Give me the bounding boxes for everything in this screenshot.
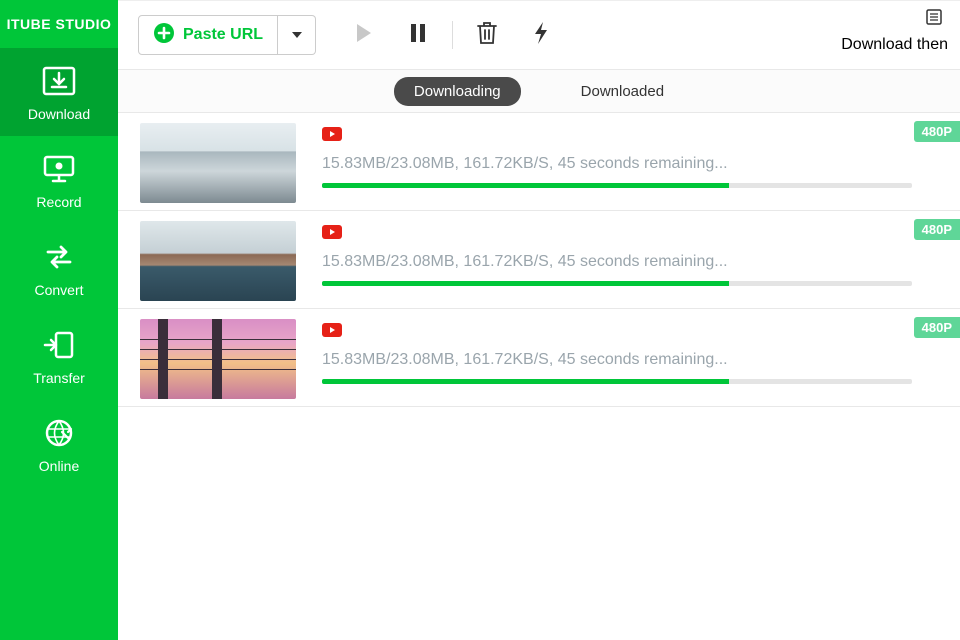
sidebar-item-label: Convert [34,282,83,298]
paste-url-label: Paste URL [183,26,263,44]
lightning-icon [533,21,549,50]
youtube-icon [322,127,342,141]
sidebar-item-label: Record [36,194,81,210]
delete-button[interactable] [467,15,507,55]
trash-icon [476,21,498,50]
download-then-label: Download then [841,36,948,54]
quality-badge: 480P [914,219,960,240]
pause-icon [410,23,426,48]
thumbnail [140,221,296,301]
thumbnail [140,123,296,203]
menu-icon[interactable] [926,9,942,30]
sidebar-item-record[interactable]: Record [0,136,118,224]
online-icon [41,418,77,448]
download-status: 15.83MB/23.08MB, 161.72KB/S, 45 seconds … [322,253,960,271]
chevron-down-icon [291,28,303,43]
download-status: 15.83MB/23.08MB, 161.72KB/S, 45 seconds … [322,155,960,173]
convert-icon [41,242,77,272]
tab-downloading[interactable]: Downloading [394,77,521,106]
sidebar-item-label: Download [28,106,90,122]
sidebar-item-online[interactable]: Online [0,400,118,488]
main-area: Paste URL Download then [118,0,960,640]
download-list: 15.83MB/23.08MB, 161.72KB/S, 45 seconds … [118,113,960,640]
progress-bar [322,379,912,384]
paste-url-button[interactable]: Paste URL [138,15,278,55]
sidebar-item-convert[interactable]: Convert [0,224,118,312]
progress-bar [322,281,912,286]
download-row: 15.83MB/23.08MB, 161.72KB/S, 45 seconds … [118,211,960,309]
download-row: 15.83MB/23.08MB, 161.72KB/S, 45 seconds … [118,309,960,407]
record-icon [41,154,77,184]
play-button[interactable] [344,15,384,55]
plus-icon [153,22,175,49]
paste-url-dropdown[interactable] [278,15,316,55]
thumbnail [140,319,296,399]
toolbar: Paste URL Download then [118,1,960,69]
sidebar-item-label: Online [39,458,79,474]
sidebar-item-label: Transfer [33,370,85,386]
turbo-button[interactable] [521,15,561,55]
toolbar-divider [452,21,453,49]
transfer-icon [41,330,77,360]
pause-button[interactable] [398,15,438,55]
sidebar: ITUBE STUDIO Download Record Convert Tra… [0,0,118,640]
tabs: Downloading Downloaded [118,69,960,113]
download-status: 15.83MB/23.08MB, 161.72KB/S, 45 seconds … [322,351,960,369]
progress-bar [322,183,912,188]
sidebar-item-transfer[interactable]: Transfer [0,312,118,400]
youtube-icon [322,225,342,239]
download-row: 15.83MB/23.08MB, 161.72KB/S, 45 seconds … [118,113,960,211]
play-icon [355,23,373,48]
tab-downloaded[interactable]: Downloaded [561,77,684,106]
quality-badge: 480P [914,317,960,338]
youtube-icon [322,323,342,337]
download-icon [41,66,77,96]
app-logo: ITUBE STUDIO [0,0,118,48]
quality-badge: 480P [914,121,960,142]
sidebar-item-download[interactable]: Download [0,48,118,136]
